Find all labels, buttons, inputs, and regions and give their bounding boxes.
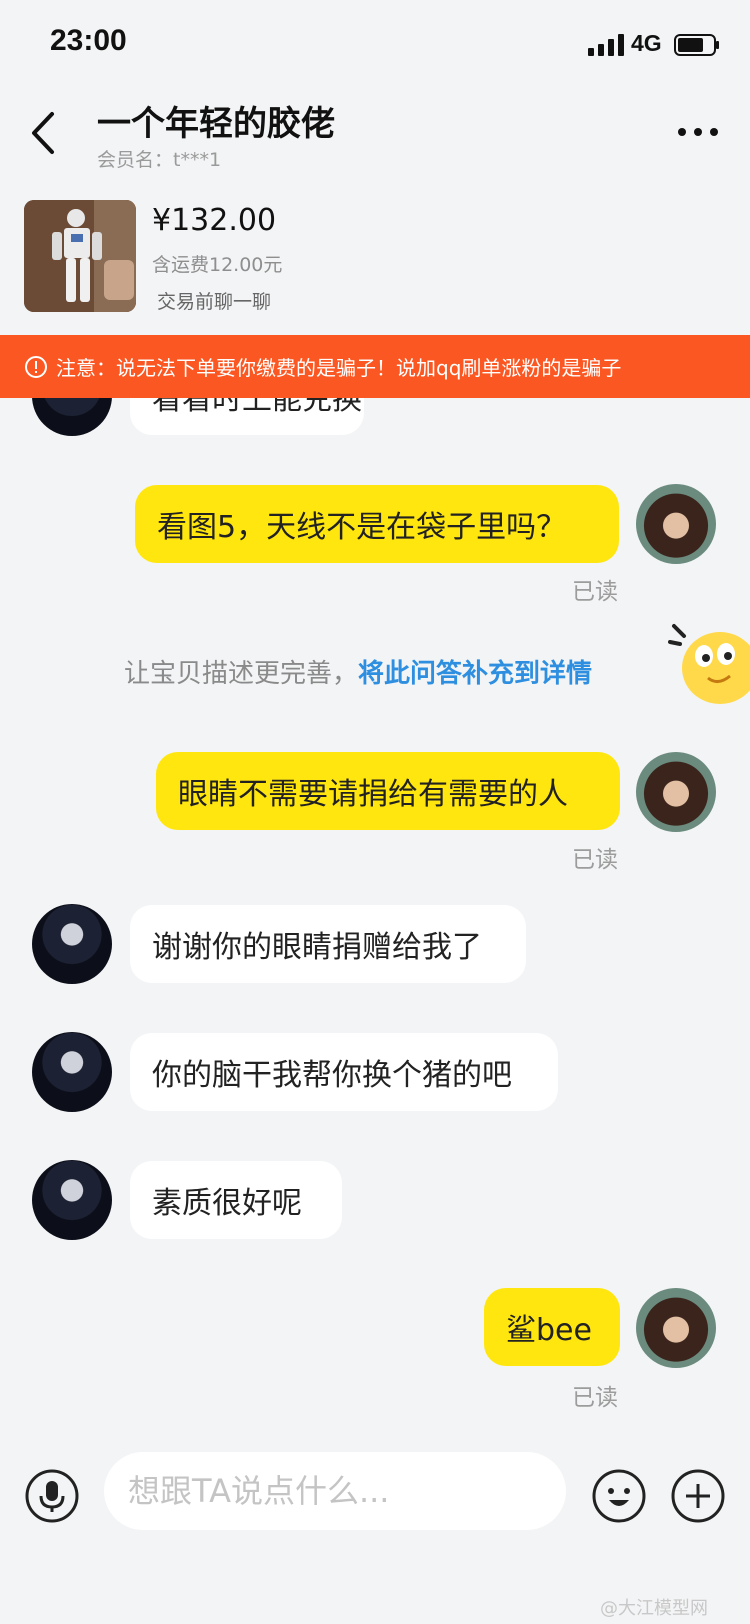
plus-icon[interactable] <box>670 1468 726 1524</box>
message-text: 鲨bee <box>506 1313 592 1348</box>
status-time: 23:00 <box>50 24 127 57</box>
gundam-figure-image <box>24 200 136 312</box>
network-label: 4G <box>631 30 662 56</box>
watermark: @大江模型网 <box>600 1598 708 1619</box>
microphone-icon[interactable] <box>24 1468 80 1524</box>
other-user-avatar[interactable] <box>32 1160 112 1240</box>
read-receipt: 已读 <box>572 1385 618 1411</box>
message-bubble-other[interactable]: 你的脑干我帮你换个猪的吧 <box>130 1033 558 1111</box>
more-options-button[interactable] <box>674 120 722 144</box>
chat-title: 一个年轻的胶佬 <box>97 104 335 144</box>
message-bubble-me[interactable]: 眼睛不需要请捐给有需要的人 <box>156 752 620 830</box>
qa-hint: 让宝贝描述更完善，将此问答补充到详情 <box>124 653 592 690</box>
message-bubble-me[interactable]: 看图5，天线不是在袋子里吗？ <box>135 485 619 563</box>
alert-circle-icon <box>25 355 47 378</box>
my-avatar[interactable] <box>636 1288 716 1368</box>
signal-icon <box>588 34 624 56</box>
mascot-icon <box>668 624 750 704</box>
pre-trade-chat-label: 交易前聊一聊 <box>157 291 272 313</box>
message-bubble-me[interactable]: 鲨bee <box>484 1288 620 1366</box>
scam-warning-banner: 注意：说无法下单要你缴费的是骗子！说加qq刷单涨粉的是骗子 <box>0 335 750 398</box>
shipping-fee: 含运费12.00元 <box>152 254 283 276</box>
my-avatar[interactable] <box>636 752 716 832</box>
other-user-avatar[interactable] <box>32 1032 112 1112</box>
message-bubble-other[interactable]: 谢谢你的眼睛捐赠给我了 <box>130 905 526 983</box>
read-receipt: 已读 <box>572 579 618 605</box>
product-image[interactable] <box>24 200 136 312</box>
my-avatar[interactable] <box>636 484 716 564</box>
read-receipt: 已读 <box>572 847 618 873</box>
battery-icon <box>674 34 719 56</box>
member-name: 会员名：t***1 <box>97 149 222 171</box>
message-text: 眼睛不需要请捐给有需要的人 <box>178 777 568 812</box>
add-to-details-link[interactable]: 将此问答补充到详情 <box>358 659 592 689</box>
emoji-icon[interactable] <box>591 1468 647 1524</box>
message-text: 看图5，天线不是在袋子里吗？ <box>157 510 567 545</box>
back-button[interactable] <box>26 108 66 158</box>
qa-hint-text: 让宝贝描述更完善， <box>124 659 359 689</box>
message-input[interactable] <box>104 1452 566 1530</box>
message-bubble-other[interactable]: 素质很好呢 <box>130 1161 342 1239</box>
message-text: 谢谢你的眼睛捐赠给我了 <box>152 930 482 965</box>
product-price: ¥132.00 <box>152 203 277 238</box>
message-text: 素质很好呢 <box>152 1186 302 1221</box>
message-text: 你的脑干我帮你换个猪的吧 <box>152 1058 512 1093</box>
warning-text: 注意：说无法下单要你缴费的是骗子！说加qq刷单涨粉的是骗子 <box>56 356 622 380</box>
other-user-avatar[interactable] <box>32 904 112 984</box>
